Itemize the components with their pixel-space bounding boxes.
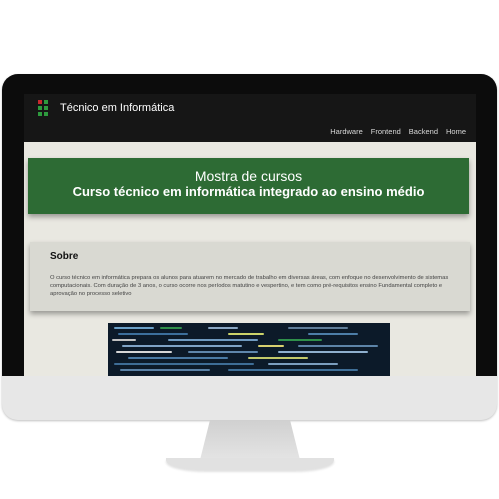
about-text: O curso técnico em informática prepara o… xyxy=(50,275,449,297)
about-card: Sobre O curso técnico em informática pre… xyxy=(30,242,470,311)
monitor-stand-neck xyxy=(200,420,300,460)
logo-icon xyxy=(38,100,54,116)
nav-link-backend[interactable]: Backend xyxy=(409,127,438,136)
monitor: Técnico em Informática Hardware Frontend… xyxy=(2,74,497,420)
monitor-screen: Técnico em Informática Hardware Frontend… xyxy=(24,94,476,376)
navbar: Técnico em Informática Hardware Frontend… xyxy=(24,94,476,142)
nav-link-frontend[interactable]: Frontend xyxy=(371,127,401,136)
brand-name: Técnico em Informática xyxy=(60,102,175,114)
nav-link-home[interactable]: Home xyxy=(446,127,466,136)
about-title: Sobre xyxy=(50,251,79,262)
monitor-chin xyxy=(2,376,497,420)
nav-link-hardware[interactable]: Hardware xyxy=(330,127,363,136)
code-screenshot-image xyxy=(108,323,390,376)
hero-subtitle: Curso técnico em informática integrado a… xyxy=(72,184,425,199)
hero-banner: Mostra de cursos Curso técnico em inform… xyxy=(28,158,469,214)
nav-links: Hardware Frontend Backend Home xyxy=(330,127,466,136)
monitor-stand-base xyxy=(166,458,334,470)
hero-title: Mostra de cursos xyxy=(194,168,303,184)
